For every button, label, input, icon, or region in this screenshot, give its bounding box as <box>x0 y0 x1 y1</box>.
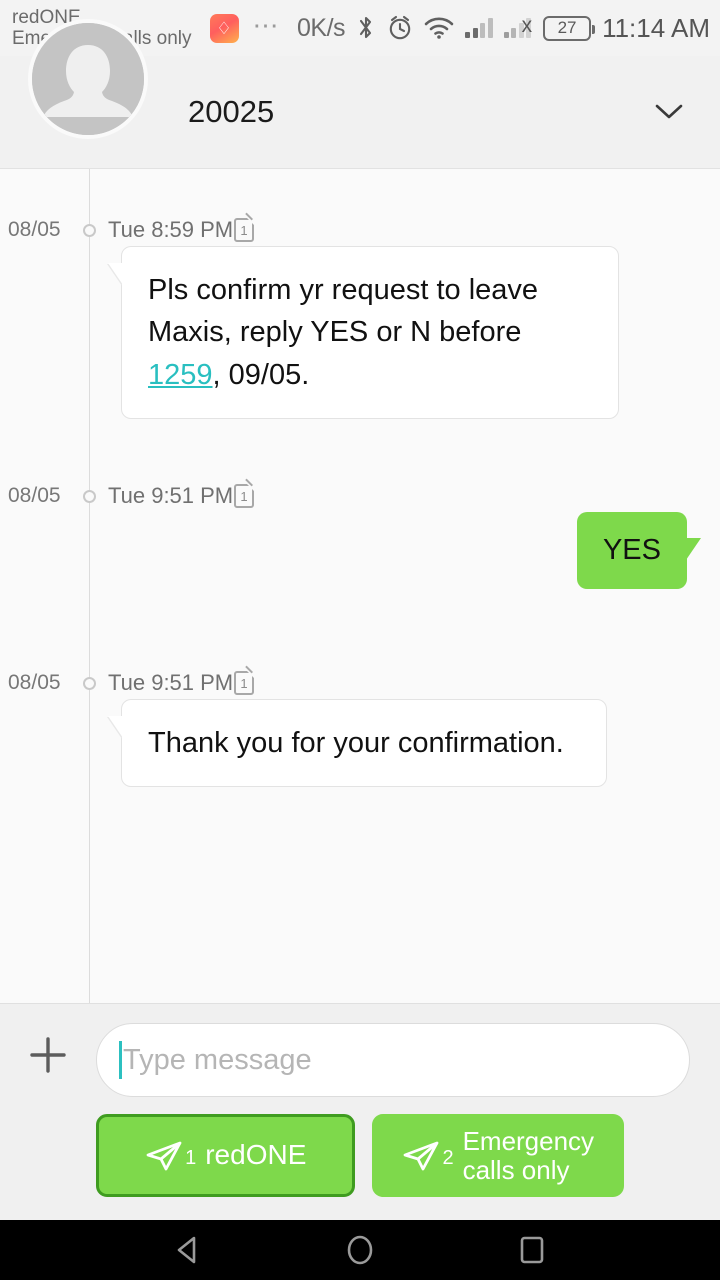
timeline-node <box>83 489 96 503</box>
android-nav-bar <box>0 1220 720 1280</box>
message-date: 08/05 <box>8 484 61 507</box>
back-triangle-icon[interactable] <box>167 1229 209 1271</box>
text-cursor <box>119 1041 122 1079</box>
message-bubble-incoming[interactable]: Thank you for your confirmation. <box>121 699 607 788</box>
timeline-node <box>83 676 96 690</box>
message-list[interactable]: 08/05 Tue 8:59 PM 1 Pls confirm yr reque… <box>0 169 720 1003</box>
message-date: 08/05 <box>8 671 61 694</box>
sim-badge: 1 <box>234 218 254 242</box>
send-button-sim1[interactable]: 1 redONE <box>96 1114 355 1197</box>
send-button-label-line2: calls only <box>462 1154 570 1185</box>
notification-app-glyph: ♢ <box>216 18 232 38</box>
message-text-part2: , 09/05. <box>212 358 310 391</box>
sim-badge: 1 <box>234 484 254 508</box>
notification-icons: ♢ ⋯ <box>209 9 281 43</box>
signal-bars-no-service-icon: x <box>503 14 532 38</box>
message-input-placeholder: Type message <box>123 1043 312 1076</box>
message-meta: 08/05 Tue 9:51 PM 1 <box>0 480 720 512</box>
status-bar-right: 0K/s x 27 11:14 AM <box>297 13 710 44</box>
battery-level-text: 27 <box>557 18 577 37</box>
home-circle-icon[interactable] <box>339 1229 381 1271</box>
message-meta: 08/05 Tue 8:59 PM 1 <box>0 214 720 246</box>
wifi-icon <box>424 16 454 40</box>
more-notifications-icon: ⋯ <box>252 9 281 40</box>
recents-square-icon[interactable] <box>511 1229 553 1271</box>
message-time: Tue 8:59 PM <box>108 217 234 242</box>
send-button-sim-number: 1 <box>185 1146 197 1169</box>
message-input[interactable]: Type message <box>96 1023 690 1097</box>
avatar[interactable] <box>28 19 148 139</box>
send-button-label: redONE <box>205 1139 307 1171</box>
send-button-sim2[interactable]: 2 Emergency calls only <box>371 1114 624 1197</box>
status-bar-clock: 11:14 AM <box>602 12 710 43</box>
timeline-line <box>89 169 90 1003</box>
message-time: Tue 9:51 PM <box>108 670 234 695</box>
phone-screen: redONE Emergency calls only ♢ ⋯ 0K/s <box>0 0 720 1280</box>
alarm-clock-icon <box>387 15 413 41</box>
send-icon: 2 <box>401 1139 454 1173</box>
bluetooth-icon <box>356 14 376 42</box>
page-title: 20025 <box>188 94 275 129</box>
message-meta: 08/05 Tue 9:51 PM 1 <box>0 667 720 699</box>
chevron-down-icon[interactable] <box>654 97 684 127</box>
message-time: Tue 9:51 PM <box>108 483 234 508</box>
sim-badge: 1 <box>234 671 254 695</box>
network-speed-text: 0K/s <box>297 13 346 42</box>
plus-icon[interactable] <box>27 1034 69 1076</box>
battery-icon: 27 <box>543 15 596 41</box>
send-buttons-row: 1 redONE 2 Emergency calls only <box>0 1114 720 1197</box>
notification-app-icon: ♢ <box>209 13 239 43</box>
message-date: 08/05 <box>8 218 61 241</box>
timeline-node <box>83 223 96 237</box>
message-link[interactable]: 1259 <box>148 359 213 391</box>
message-bubble-outgoing[interactable]: YES <box>576 512 702 589</box>
message-bubble-incoming[interactable]: Pls confirm yr request to leave Maxis, r… <box>121 246 619 419</box>
send-button-sim-number: 2 <box>442 1146 454 1169</box>
message-text-part1: Pls confirm yr request to leave Maxis, r… <box>148 274 539 349</box>
send-icon: 1 <box>144 1139 196 1173</box>
no-service-x-mark: x <box>521 14 533 37</box>
send-button-label: Emergency calls only <box>463 1127 595 1183</box>
composer: Type message 1 redONE 2 Emergency calls … <box>0 1003 720 1220</box>
send-button-label-line1: Emergency <box>462 1126 595 1157</box>
signal-bars-icon <box>465 18 493 38</box>
